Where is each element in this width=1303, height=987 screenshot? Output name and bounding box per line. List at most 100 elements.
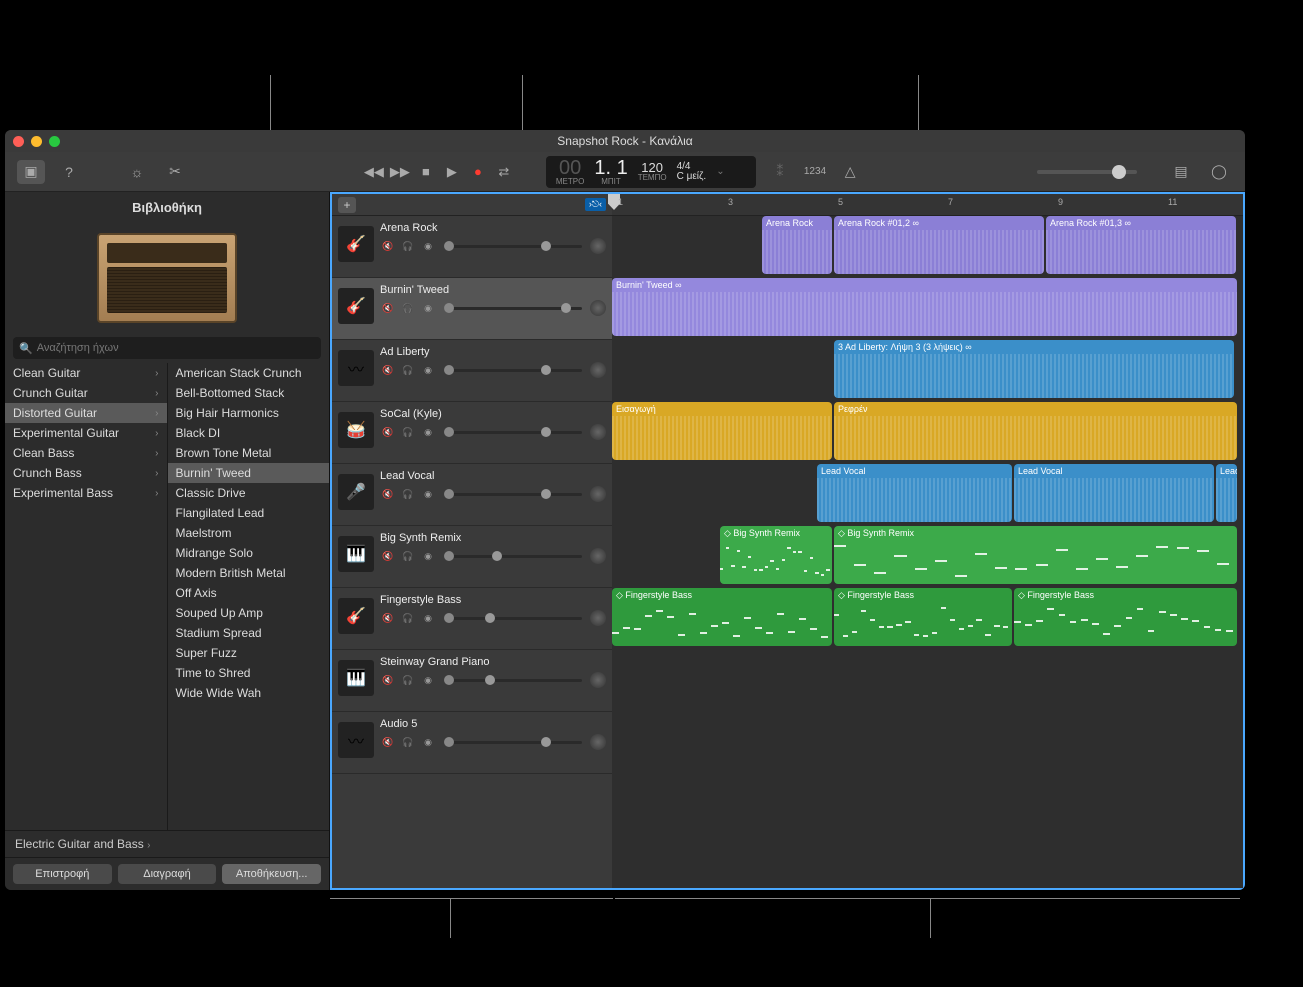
volume-slider[interactable] [444,555,582,558]
audio-region[interactable]: 3 Ad Liberty: Λήψη 3 (3 λήψεις) ∞ [834,340,1234,398]
preset-item[interactable]: Maelstrom [168,523,330,543]
pan-knob[interactable] [590,238,606,254]
preset-item[interactable]: Time to Shred [168,663,330,683]
audio-region[interactable]: Arena Rock #01,3 ∞ [1046,216,1236,274]
headphone-button[interactable]: 🎧 [400,487,416,501]
input-button[interactable]: ◉ [420,239,436,253]
close-button[interactable] [13,136,24,147]
track-header[interactable]: 🎤Lead Vocal🔇🎧◉ [332,464,612,526]
preset-item[interactable]: Super Fuzz [168,643,330,663]
notes-icon[interactable]: ▤ [1167,160,1195,184]
headphone-button[interactable]: 🎧 [400,301,416,315]
audio-region[interactable]: Lead Vocal [1014,464,1214,522]
timeline[interactable]: Arena RockArena Rock #01,2 ∞Arena Rock #… [612,216,1243,888]
lcd-display[interactable]: 00ΜΕΤΡΟ 1. 1ΜΠΙΤ 120ΤΕΜΠΟ 4/4C μείζ. ⌄ [546,156,756,188]
track-header[interactable]: 🎹Steinway Grand Piano🔇🎧◉ [332,650,612,712]
audio-region[interactable]: ◇ Fingerstyle Bass [1014,588,1237,646]
tuner-icon[interactable]: ⁑ [766,160,794,184]
timeline-ruler[interactable]: 1357911 [612,194,1243,215]
audio-region[interactable]: ◇ Fingerstyle Bass [612,588,832,646]
input-button[interactable]: ◉ [420,425,436,439]
category-item[interactable]: Crunch Bass› [5,463,167,483]
preset-item[interactable]: Stadium Spread [168,623,330,643]
audio-region[interactable]: Lead [1216,464,1237,522]
pan-knob[interactable] [590,486,606,502]
headphone-button[interactable]: 🎧 [400,549,416,563]
pan-knob[interactable] [590,362,606,378]
preset-item[interactable]: Bell-Bottomed Stack [168,383,330,403]
mute-button[interactable]: 🔇 [380,487,396,501]
input-button[interactable]: ◉ [420,673,436,687]
metronome-icon[interactable]: △ [836,160,864,184]
preset-item[interactable]: Big Hair Harmonics [168,403,330,423]
help-button[interactable]: ? [55,160,83,184]
volume-slider[interactable] [444,307,582,310]
preset-item[interactable]: Flangilated Lead [168,503,330,523]
pan-knob[interactable] [590,424,606,440]
input-button[interactable]: ◉ [420,735,436,749]
mute-button[interactable]: 🔇 [380,549,396,563]
loops-icon[interactable]: ◯ [1205,160,1233,184]
preset-item[interactable]: Burnin' Tweed [168,463,330,483]
track-header[interactable]: 🎸Arena Rock🔇🎧◉ [332,216,612,278]
preset-item[interactable]: Black DI [168,423,330,443]
settings-icon[interactable]: ☼ [123,160,151,184]
volume-slider[interactable] [444,617,582,620]
master-volume-slider[interactable] [1037,170,1137,174]
category-item[interactable]: Distorted Guitar› [5,403,167,423]
stop-button[interactable]: ■ [414,160,438,184]
preset-item[interactable]: Souped Up Amp [168,603,330,623]
mute-button[interactable]: 🔇 [380,301,396,315]
audio-region[interactable]: ◇ Big Synth Remix [834,526,1237,584]
input-button[interactable]: ◉ [420,611,436,625]
minimize-button[interactable] [31,136,42,147]
headphone-button[interactable]: 🎧 [400,239,416,253]
preset-item[interactable]: Off Axis [168,583,330,603]
input-button[interactable]: ◉ [420,549,436,563]
preset-item[interactable]: American Stack Crunch [168,363,330,383]
mute-button[interactable]: 🔇 [380,363,396,377]
headphone-button[interactable]: 🎧 [400,673,416,687]
headphone-button[interactable]: 🎧 [400,735,416,749]
volume-slider[interactable] [444,493,582,496]
automation-button[interactable]: ›⎋‹ [585,198,606,211]
track-header[interactable]: 🎸Burnin' Tweed🔇🎧◉ [332,278,612,340]
preset-item[interactable]: Modern British Metal [168,563,330,583]
track-header[interactable]: 〰Audio 5🔇🎧◉ [332,712,612,774]
preset-item[interactable]: Classic Drive [168,483,330,503]
pan-knob[interactable] [590,548,606,564]
category-item[interactable]: Experimental Bass› [5,483,167,503]
volume-slider[interactable] [444,741,582,744]
track-header[interactable]: 🎹Big Synth Remix🔇🎧◉ [332,526,612,588]
volume-slider[interactable] [444,679,582,682]
audio-region[interactable]: ◇ Fingerstyle Bass [834,588,1012,646]
count-in-button[interactable]: 1234 [804,160,826,184]
headphone-button[interactable]: 🎧 [400,425,416,439]
library-toggle[interactable]: ▣ [17,160,45,184]
save-button[interactable]: Αποθήκευση... [222,864,321,884]
library-path[interactable]: Electric Guitar and Bass › [5,830,329,857]
headphone-button[interactable]: 🎧 [400,611,416,625]
track-header[interactable]: 🎸Fingerstyle Bass🔇🎧◉ [332,588,612,650]
scissors-icon[interactable]: ✂ [161,160,189,184]
pan-knob[interactable] [590,610,606,626]
preset-item[interactable]: Wide Wide Wah [168,683,330,703]
category-item[interactable]: Crunch Guitar› [5,383,167,403]
input-button[interactable]: ◉ [420,487,436,501]
forward-button[interactable]: ▶▶ [388,160,412,184]
play-button[interactable]: ▶ [440,160,464,184]
input-button[interactable]: ◉ [420,301,436,315]
rewind-button[interactable]: ◀◀ [362,160,386,184]
headphone-button[interactable]: 🎧 [400,363,416,377]
pan-knob[interactable] [590,300,606,316]
delete-button[interactable]: Διαγραφή [118,864,217,884]
add-track-button[interactable]: + [338,197,356,213]
mute-button[interactable]: 🔇 [380,239,396,253]
back-button[interactable]: Επιστροφή [13,864,112,884]
track-header[interactable]: 〰Ad Liberty🔇🎧◉ [332,340,612,402]
category-item[interactable]: Experimental Guitar› [5,423,167,443]
audio-region[interactable]: Εισαγωγή [612,402,832,460]
preset-item[interactable]: Brown Tone Metal [168,443,330,463]
volume-slider[interactable] [444,245,582,248]
volume-slider[interactable] [444,369,582,372]
